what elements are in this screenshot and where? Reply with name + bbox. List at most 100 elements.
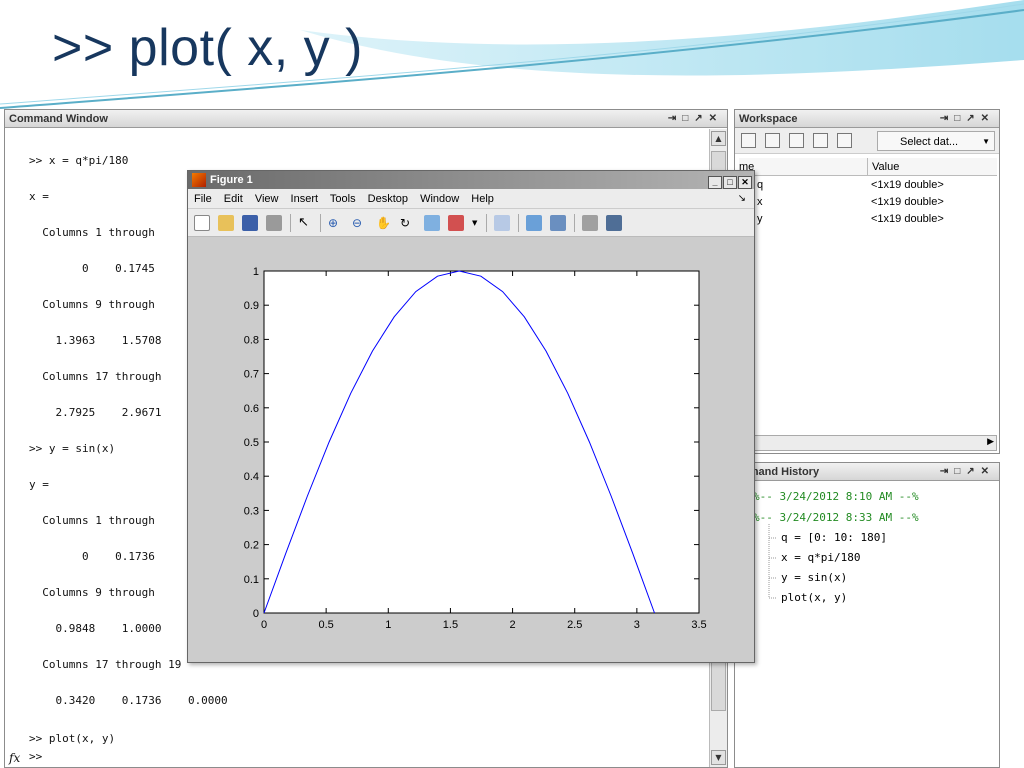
menu-tools[interactable]: Tools [330, 193, 356, 205]
zoom-in-icon[interactable]: ⊕ [328, 215, 344, 231]
cmd-line: Columns 9 through [29, 586, 155, 599]
new-figure-icon[interactable] [194, 215, 210, 231]
history-command[interactable]: q = [0: 10: 180] [781, 531, 887, 544]
history-command[interactable]: x = q*pi/180 [781, 551, 860, 564]
var-name: x [757, 196, 763, 208]
figure-titlebar[interactable]: Figure 1 _ □ ✕ [188, 171, 754, 189]
open-variable-icon[interactable] [765, 133, 780, 148]
cmd-line: Columns 17 through 19 [29, 658, 182, 671]
brush-icon[interactable] [448, 215, 464, 231]
cmd-line: >> x = q*pi/180 [29, 154, 129, 167]
y-tick-label: 0.8 [244, 334, 259, 346]
matlab-logo-icon [192, 173, 206, 187]
workspace-panel[interactable]: Workspace ⇥□↗✕ Select dat... ▼ me Value … [734, 109, 1000, 454]
history-command[interactable]: y = sin(x) [781, 571, 847, 584]
slide: >> plot( x, y ) Command Window ⇥□↗✕ >> x… [0, 0, 1024, 768]
cmd-line: x = [29, 190, 49, 203]
command-history-controls[interactable]: ⇥□↗✕ [940, 463, 995, 481]
workspace-title: Workspace [739, 113, 798, 125]
command-window-title: Command Window [9, 113, 108, 125]
menu-view[interactable]: View [255, 193, 279, 205]
workspace-toolbar: Select dat... ▼ [735, 128, 999, 154]
workspace-scrollbar[interactable]: ▶ [739, 435, 997, 451]
menu-insert[interactable]: Insert [291, 193, 319, 205]
print-icon[interactable] [266, 215, 282, 231]
cmd-line: >> plot(x, y) [29, 732, 116, 745]
rotate-icon[interactable]: ↻ [400, 215, 416, 231]
var-name: q [757, 179, 764, 191]
toolbar-separator [320, 214, 321, 232]
x-tick-label: 3.5 [691, 619, 706, 631]
command-window-header: Command Window ⇥□↗✕ [5, 110, 727, 128]
y-tick-label: 0 [253, 608, 259, 620]
zoom-out-icon[interactable]: ⊖ [352, 215, 368, 231]
menu-desktop[interactable]: Desktop [368, 193, 408, 205]
dock-arrow-icon[interactable]: ↘ [738, 189, 746, 209]
menu-edit[interactable]: Edit [224, 193, 243, 205]
show-plot-tools-icon[interactable] [606, 215, 622, 231]
import-data-icon[interactable] [789, 133, 804, 148]
cmd-line: Columns 17 through [29, 370, 162, 383]
figure-window[interactable]: Figure 1 _ □ ✕ File Edit View Insert Tools… [187, 170, 755, 663]
pointer-icon[interactable]: ↖ [298, 215, 314, 231]
maximize-icon[interactable]: □ [723, 176, 737, 189]
workspace-header: Workspace ⇥□↗✕ [735, 110, 999, 128]
chevron-down-icon[interactable]: ▼ [472, 215, 480, 231]
pan-icon[interactable]: ✋ [376, 215, 392, 231]
workspace-row[interactable]: x <1x19 double> [739, 193, 997, 210]
close-icon[interactable]: ✕ [738, 176, 752, 189]
cmd-line: Columns 1 through [29, 226, 155, 239]
command-window-controls[interactable]: ⇥□↗✕ [668, 110, 723, 128]
history-command[interactable]: plot(x, y) [781, 591, 847, 604]
minimize-icon[interactable]: _ [708, 176, 722, 189]
scroll-right-icon[interactable]: ▶ [987, 437, 994, 447]
new-variable-icon[interactable] [741, 133, 756, 148]
select-data-label: Select dat... [900, 136, 959, 148]
y-tick-label: 0.9 [244, 300, 259, 312]
var-value: <1x19 double> [871, 213, 944, 225]
var-name: y [757, 213, 763, 225]
scroll-down-icon[interactable]: ▼ [711, 750, 726, 765]
y-tick-label: 1 [253, 266, 259, 278]
legend-icon[interactable] [550, 215, 566, 231]
x-tick-label: 0.5 [318, 619, 333, 631]
command-history-list: %-- 3/24/2012 8:10 AM --% %-- 3/24/2012 … [739, 482, 995, 767]
x-tick-label: 1.5 [443, 619, 458, 631]
data-cursor-icon[interactable] [424, 215, 440, 231]
menu-file[interactable]: File [194, 193, 212, 205]
command-prompt[interactable]: >> [29, 750, 42, 763]
x-tick-label: 2.5 [567, 619, 582, 631]
fx-icon[interactable]: fx [9, 751, 20, 765]
cmd-line: 1.3963 1.5708 [29, 334, 162, 347]
open-file-icon[interactable] [218, 215, 234, 231]
y-tick-label: 0.5 [244, 437, 259, 449]
scroll-up-icon[interactable]: ▲ [711, 131, 726, 146]
colorbar-icon[interactable] [526, 215, 542, 231]
cmd-line: Columns 9 through [29, 298, 155, 311]
toolbar-separator [574, 214, 575, 232]
toolbar-separator [290, 214, 291, 232]
toolbar-separator [518, 214, 519, 232]
workspace-row[interactable]: y <1x19 double> [739, 210, 997, 227]
menu-help[interactable]: Help [471, 193, 494, 205]
workspace-row[interactable]: q <1x19 double> [739, 176, 997, 193]
cmd-line: 2.7925 2.9671 [29, 406, 162, 419]
workspace-controls[interactable]: ⇥□↗✕ [940, 110, 995, 128]
save-icon[interactable] [242, 215, 258, 231]
menu-window[interactable]: Window [420, 193, 459, 205]
hide-plot-tools-icon[interactable] [582, 215, 598, 231]
workspace-table-header: me Value [739, 158, 997, 176]
link-plot-icon[interactable] [494, 215, 510, 231]
cmd-line: y = [29, 478, 49, 491]
x-tick-label: 3 [634, 619, 640, 631]
command-history-panel[interactable]: mmand History ⇥□↗✕ %-- 3/24/2012 8:10 AM… [734, 462, 1000, 768]
print-icon[interactable] [837, 133, 852, 148]
select-data-button[interactable]: Select dat... ▼ [877, 131, 995, 151]
var-value: <1x19 double> [871, 179, 944, 191]
col-value-header[interactable]: Value [867, 158, 899, 176]
plot-figure[interactable]: 0 0.5 1 1.5 2 2.5 3 3.5 0 0.1 0.2 0.3 0.4 0.5 0.6 0.7 0… [188, 239, 754, 659]
workspace-table: me Value q <1x19 double> x <1x19 double>… [739, 158, 997, 227]
var-value: <1x19 double> [871, 196, 944, 208]
save-workspace-icon[interactable] [813, 133, 828, 148]
figure-title: Figure 1 [210, 174, 253, 186]
